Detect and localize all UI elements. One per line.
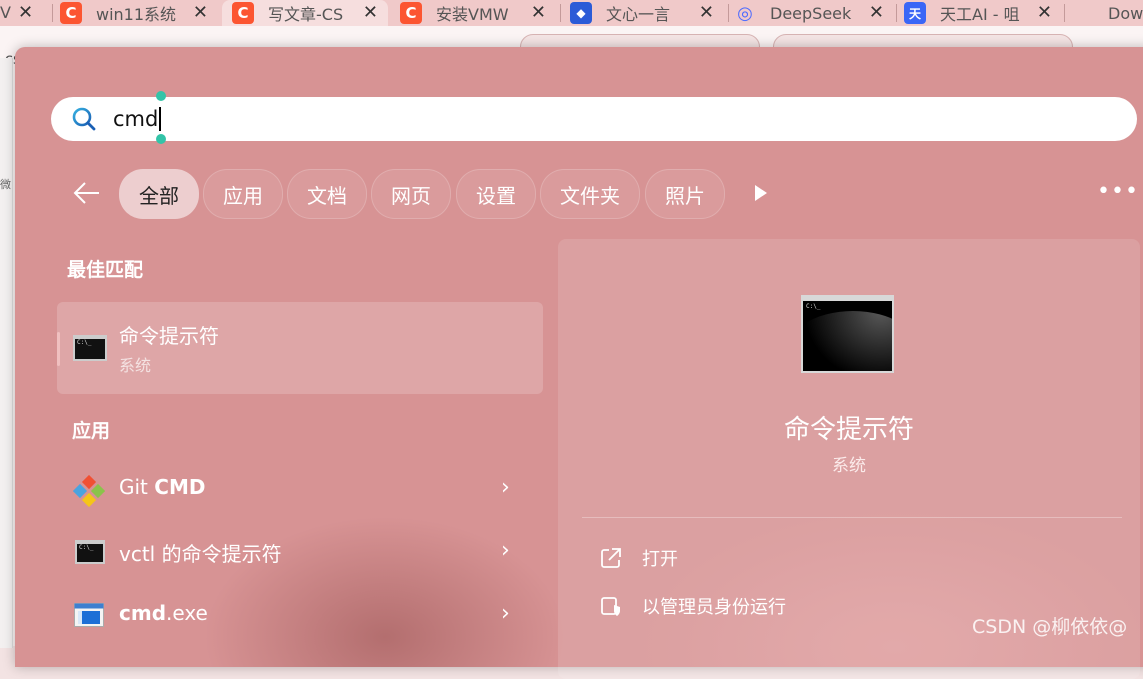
selection-handle[interactable] <box>156 91 166 101</box>
apps-heading: 应用 <box>72 420 111 442</box>
deepseek-icon: ◎ <box>737 2 753 24</box>
run-as-admin-action[interactable]: 以管理员身份运行 <box>600 591 786 621</box>
tab-separator <box>52 4 53 22</box>
scroll-filters-play-icon[interactable] <box>755 185 767 201</box>
browser-tab[interactable]: 天 天工AI - 咀 ✕ <box>904 0 1062 26</box>
chevron-right-icon[interactable]: › <box>501 475 510 500</box>
best-match-item[interactable]: 命令提示符 系统 <box>57 302 543 394</box>
microsoft-icon <box>1072 2 1094 24</box>
tab-title: DeepSeek <box>770 3 852 23</box>
tab-separator <box>728 4 729 22</box>
open-action[interactable]: 打开 <box>600 543 678 573</box>
app-result-git-cmd[interactable]: Git CMD › <box>57 461 543 517</box>
filter-chip-folders[interactable]: 文件夹 <box>540 169 640 219</box>
search-icon <box>72 107 96 131</box>
wenxin-icon: ◆ <box>570 2 592 24</box>
app-result-label: vctl 的命令提示符 <box>119 542 282 566</box>
tab-close-icon[interactable]: ✕ <box>1037 0 1052 26</box>
selection-accent <box>57 332 60 366</box>
chevron-right-icon[interactable]: › <box>501 601 510 626</box>
command-prompt-icon <box>73 335 107 361</box>
csdn-icon: C <box>400 2 422 24</box>
tab-close-icon[interactable]: ✕ <box>869 0 884 26</box>
search-flyout: cmd 全部 应用 文档 网页 设置 文件夹 照片 ••• 最佳匹配 命令提示符… <box>15 47 1143 679</box>
filter-chip-web[interactable]: 网页 <box>371 169 451 219</box>
tab-separator <box>896 4 897 22</box>
search-box[interactable]: cmd <box>51 91 1137 144</box>
tab-title: 安装VMW <box>436 5 509 24</box>
tab-title: Dow <box>1108 3 1143 23</box>
action-label: 以管理员身份运行 <box>642 597 786 618</box>
best-match-name: 命令提示符 <box>119 324 219 348</box>
divider <box>582 517 1122 518</box>
browser-tab[interactable]: ◆ 文心一言 ✕ <box>566 0 724 26</box>
tiangong-icon: 天 <box>904 2 926 24</box>
tab-close-icon[interactable]: ✕ <box>531 0 546 26</box>
window-icon <box>74 603 104 627</box>
tab-separator <box>1064 4 1065 22</box>
tab-partial: V <box>0 3 11 22</box>
browser-tab[interactable]: C 安装VMW ✕ <box>392 0 556 26</box>
git-cmd-icon <box>73 475 105 507</box>
detail-subtitle: 系统 <box>832 456 866 476</box>
csdn-icon: C <box>60 2 82 24</box>
action-label: 打开 <box>642 549 678 570</box>
detail-title: 命令提示符 <box>783 415 914 445</box>
more-options-icon[interactable]: ••• <box>1097 179 1139 204</box>
filter-chip-settings[interactable]: 设置 <box>456 169 536 219</box>
command-prompt-large-icon: C:\_ <box>801 295 894 373</box>
filter-chip-documents[interactable]: 文档 <box>287 169 367 219</box>
browser-tab[interactable]: C 写文章-CS ✕ <box>222 0 388 26</box>
watermark: CSDN @柳依依@ <box>972 616 1128 638</box>
browser-tab[interactable]: ◎ DeepSeek ✕ <box>734 0 894 26</box>
best-match-subtitle: 系统 <box>119 356 152 375</box>
text-caret <box>159 107 162 131</box>
tab-title: 写文章-CS <box>268 5 344 24</box>
chevron-right-icon[interactable]: › <box>501 538 510 563</box>
page-side-strip: 微 <box>0 58 13 648</box>
tab-separator <box>560 4 561 22</box>
csdn-icon: C <box>232 2 254 24</box>
tab-close-icon[interactable]: ✕ <box>363 0 378 26</box>
browser-tab-strip: ✕ V C win11系统 ✕ C 写文章-CS ✕ C 安装VMW ✕ ◆ 文… <box>0 0 1143 26</box>
tab-title: 天工AI - 咀 <box>940 5 1020 24</box>
tab-title: 文心一言 <box>606 5 671 24</box>
app-result-label: cmd.exe <box>119 601 208 625</box>
terminal-icon <box>75 540 105 564</box>
open-external-icon <box>601 548 621 568</box>
tab-title: win11系统 <box>96 5 177 24</box>
tab-close-icon[interactable]: ✕ <box>193 0 208 26</box>
filter-chip-all[interactable]: 全部 <box>119 169 199 219</box>
tab-close-icon[interactable]: ✕ <box>18 0 33 26</box>
browser-tab[interactable]: Dow <box>1072 0 1143 26</box>
filter-chip-apps[interactable]: 应用 <box>203 169 283 219</box>
search-input[interactable]: cmd <box>113 107 158 131</box>
shield-admin-icon <box>601 597 620 616</box>
browser-tab[interactable]: C win11系统 ✕ <box>60 0 218 26</box>
tab-close-icon[interactable]: ✕ <box>699 0 714 26</box>
filter-chip-photos[interactable]: 照片 <box>645 169 725 219</box>
app-result-vctl[interactable]: vctl 的命令提示符 › <box>57 524 543 580</box>
best-match-heading: 最佳匹配 <box>67 259 144 281</box>
app-result-cmd-exe[interactable]: cmd.exe › <box>57 587 543 643</box>
selection-handle[interactable] <box>156 134 166 144</box>
back-arrow-icon[interactable] <box>71 177 103 209</box>
app-result-label: Git CMD <box>119 475 206 499</box>
side-text: 微 <box>0 178 11 191</box>
